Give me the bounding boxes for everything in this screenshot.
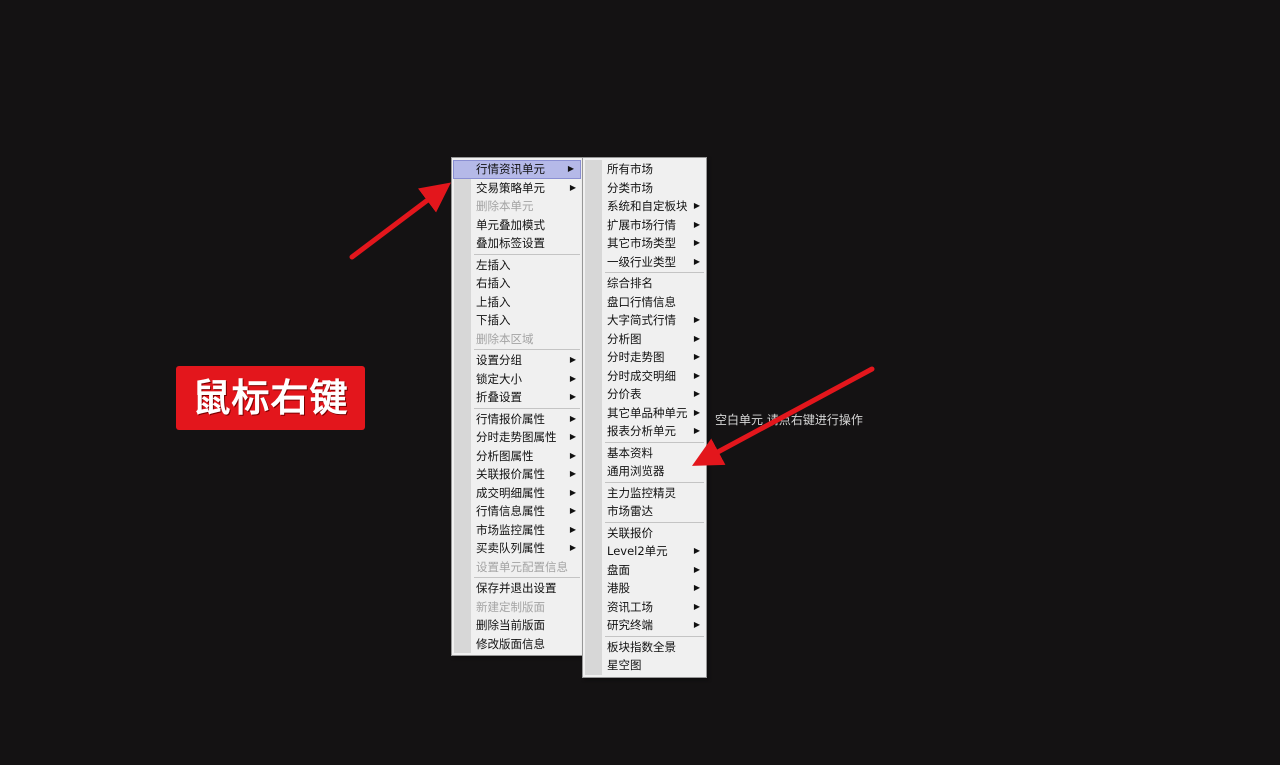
annotation-arrows — [349, 182, 875, 466]
arrow-to-main-menu — [349, 182, 451, 260]
arrow-to-submenu — [691, 366, 875, 466]
